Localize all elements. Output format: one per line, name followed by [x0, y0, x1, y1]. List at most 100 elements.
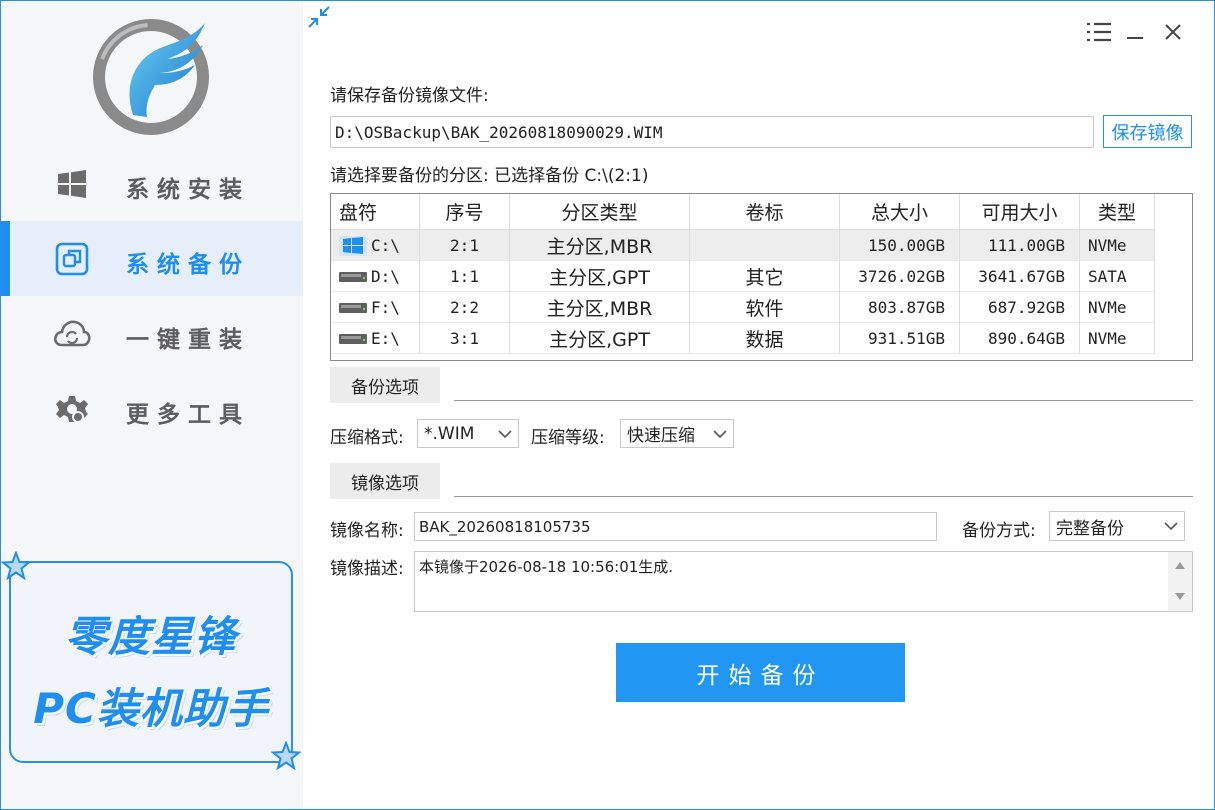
disk-type-cell: NVMe: [1080, 323, 1155, 354]
description-scrollbar[interactable]: [1168, 552, 1192, 611]
table-row[interactable]: F:\ 2:2 主分区,MBR 软件 803.87GB 687.92GB NVM…: [331, 292, 1155, 323]
drive-cell: D:\: [331, 261, 420, 292]
windows-drive-icon: [339, 235, 367, 256]
compression-format-label: 压缩格式:: [330, 428, 404, 448]
free-size-cell: 111.00GB: [960, 230, 1080, 261]
image-options-tab: 镜像选项: [330, 463, 440, 499]
free-size-cell: 687.92GB: [960, 292, 1080, 323]
column-header[interactable]: 序号: [420, 194, 510, 230]
save-image-button[interactable]: 保存镜像: [1103, 115, 1192, 148]
image-path-input[interactable]: D:\OSBackup\BAK_20260818090029.WIM: [330, 116, 1094, 148]
section-divider: [454, 400, 1193, 401]
promo-brand-name: 零度星锋: [64, 612, 237, 661]
disk-type-cell: SATA: [1080, 261, 1155, 292]
column-header[interactable]: 卷标: [690, 194, 840, 230]
chevron-down-icon: [1164, 522, 1178, 531]
gear-icon: [53, 393, 91, 425]
column-header[interactable]: 类型: [1080, 194, 1155, 230]
scroll-up-icon[interactable]: [1174, 560, 1186, 570]
image-description-value: 本镜像于2026-08-18 10:56:01生成.: [419, 558, 674, 576]
table-row[interactable]: C:\ 2:1 主分区,MBR 150.00GB 111.00GB NVMe: [331, 230, 1155, 261]
disk-type-cell: NVMe: [1080, 292, 1155, 323]
compression-level-label: 压缩等级:: [531, 428, 605, 448]
nav-label: 系统备份: [126, 252, 250, 278]
drive-letter: D:\: [371, 267, 400, 286]
menu-icon: [1087, 22, 1111, 42]
chevron-down-icon: [498, 430, 512, 439]
start-backup-button[interactable]: 开始备份: [616, 643, 905, 702]
table-header: 盘符 序号 分区类型 卷标 总大小 可用大小 类型: [331, 194, 1155, 230]
minimize-icon: [1127, 37, 1143, 39]
index-cell: 1:1: [420, 261, 510, 292]
nav-system-backup[interactable]: 系统备份: [1, 221, 303, 296]
nav-one-click-reinstall[interactable]: 一键重装: [1, 296, 303, 371]
disk-type-cell: NVMe: [1080, 230, 1155, 261]
copy-icon: [53, 242, 91, 276]
drive-cell: E:\: [331, 323, 420, 354]
compression-format-select[interactable]: *.WIM: [417, 419, 519, 448]
disk-drive-icon: [339, 271, 367, 282]
image-description-input[interactable]: 本镜像于2026-08-18 10:56:01生成.: [414, 551, 1193, 612]
section-divider: [454, 496, 1193, 497]
promo-banner: 零度星锋 PC装机助手: [9, 561, 293, 763]
image-description-label: 镜像描述:: [330, 559, 404, 579]
scroll-down-icon[interactable]: [1174, 592, 1186, 602]
compression-format-value: *.WIM: [424, 423, 475, 444]
table-row[interactable]: D:\ 1:1 主分区,GPT 其它 3726.02GB 3641.67GB S…: [331, 261, 1155, 292]
cloud-sync-icon: [53, 318, 91, 350]
drive-cell: F:\: [331, 292, 420, 323]
backup-options-tab: 备份选项: [330, 367, 440, 403]
image-name-input[interactable]: BAK_20260818105735: [414, 512, 937, 541]
partition-type-cell: 主分区,GPT: [510, 261, 690, 292]
image-name-label: 镜像名称:: [330, 521, 404, 541]
star-icon: [271, 741, 301, 771]
partition-type-cell: 主分区,MBR: [510, 230, 690, 261]
windows-icon: [53, 168, 91, 200]
volume-label-cell: 其它: [690, 261, 840, 292]
column-header[interactable]: 总大小: [840, 194, 960, 230]
backup-mode-select[interactable]: 完整备份: [1049, 511, 1185, 541]
partition-table: 盘符 序号 分区类型 卷标 总大小 可用大小 类型 C:\ 2:1 主分区,MB…: [330, 193, 1193, 361]
close-icon: [1165, 24, 1181, 40]
free-size-cell: 3641.67GB: [960, 261, 1080, 292]
sidebar: 系统安装 系统备份 一键重装 更多工具 零度星锋 PC装机助手: [1, 1, 303, 809]
chevron-down-icon: [713, 430, 727, 439]
nav-label: 系统安装: [126, 177, 250, 203]
drive-letter: C:\: [371, 236, 400, 255]
compression-level-select[interactable]: 快速压缩: [620, 419, 734, 448]
menu-button[interactable]: [1085, 19, 1113, 45]
save-image-label: 请保存备份镜像文件:: [330, 86, 489, 106]
disk-drive-icon: [339, 333, 367, 344]
image-options-section: 镜像选项: [330, 463, 1193, 499]
backup-window: 系统安装 系统备份 一键重装 更多工具 零度星锋 PC装机助手 请保存备份镜像文…: [0, 0, 1215, 810]
drive-letter: E:\: [371, 329, 400, 348]
index-cell: 2:2: [420, 292, 510, 323]
index-cell: 2:1: [420, 230, 510, 261]
total-size-cell: 931.51GB: [840, 323, 960, 354]
compression-level-value: 快速压缩: [627, 426, 695, 446]
backup-mode-label: 备份方式:: [962, 521, 1036, 541]
main-panel: 请保存备份镜像文件: D:\OSBackup\BAK_2026081809002…: [303, 1, 1214, 809]
nav-label: 一键重装: [126, 327, 250, 353]
close-button[interactable]: [1159, 19, 1187, 45]
app-logo: [93, 19, 209, 135]
total-size-cell: 150.00GB: [840, 230, 960, 261]
partition-type-cell: 主分区,MBR: [510, 292, 690, 323]
nav-label: 更多工具: [126, 402, 250, 428]
disk-drive-icon: [339, 302, 367, 313]
column-header[interactable]: 可用大小: [960, 194, 1080, 230]
backup-mode-value: 完整备份: [1056, 518, 1124, 539]
nav-system-install[interactable]: 系统安装: [1, 146, 303, 221]
table-row[interactable]: E:\ 3:1 主分区,GPT 数据 931.51GB 890.64GB NVM…: [331, 323, 1155, 354]
promo-app-name: PC装机助手: [33, 684, 269, 733]
column-header[interactable]: 盘符: [331, 194, 420, 230]
volume-label-cell: 数据: [690, 323, 840, 354]
volume-label-cell: 软件: [690, 292, 840, 323]
column-header[interactable]: 分区类型: [510, 194, 690, 230]
minimize-button[interactable]: [1121, 19, 1149, 45]
partition-select-label: 请选择要备份的分区: 已选择备份 C:\(2:1): [330, 166, 649, 186]
backup-options-section: 备份选项: [330, 367, 1193, 403]
index-cell: 3:1: [420, 323, 510, 354]
shrink-icon[interactable]: [307, 5, 331, 29]
nav-more-tools[interactable]: 更多工具: [1, 371, 303, 446]
